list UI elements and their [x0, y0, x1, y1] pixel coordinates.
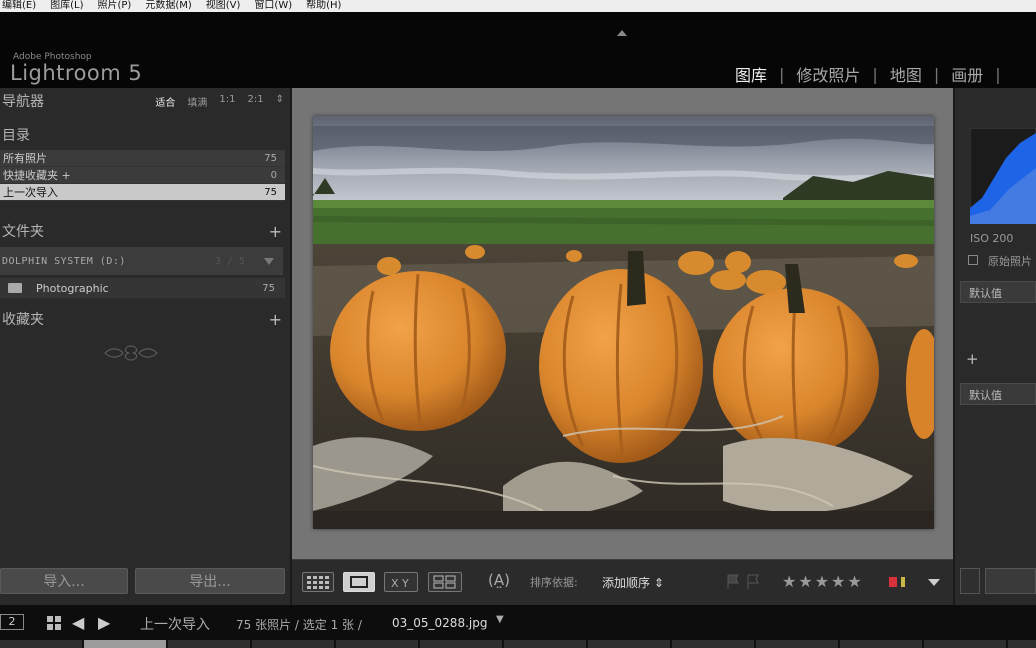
histogram [970, 128, 1036, 224]
left-panel: 导航器 适合 填满 1:1 2:1 ⇕ 目录 所有照片 75 快捷收藏夹 + 0… [0, 88, 290, 605]
grid-icon[interactable] [47, 616, 61, 630]
flag-icons[interactable] [724, 573, 762, 591]
catalog-list: 所有照片 75 快捷收藏夹 + 0 上一次导入 75 [0, 150, 285, 201]
identity-bar: Adobe Photoshop Lightroom 5 图库 | 修改照片 | … [0, 12, 1036, 88]
folder-count: 75 [262, 282, 275, 294]
folder-label: Photographic [36, 281, 109, 295]
sync-settings-button[interactable] [985, 568, 1036, 594]
menu-bar: 编辑(E) 图库(L) 照片(P) 元数据(M) 视图(V) 窗口(W) 帮助(… [0, 0, 1036, 12]
folder-icon [8, 283, 22, 293]
filmstrip-thumb[interactable] [924, 640, 1008, 648]
filmstrip-bar: 2 ◀ ▶ 上一次导入 75 张照片 / 选定 1 张 / 03_05_0288… [0, 605, 1036, 640]
original-photo-label: 原始照片 [988, 255, 1032, 268]
brand-title: Lightroom 5 [10, 61, 143, 85]
menu-photo[interactable]: 照片(P) [98, 0, 132, 12]
toolbar-options-dropdown-icon[interactable] [928, 579, 940, 586]
original-photo-checkbox[interactable] [968, 255, 978, 265]
survey-view-icon[interactable] [428, 572, 462, 592]
menu-library[interactable]: 图库(L) [50, 0, 83, 12]
pumpkin-photo[interactable] [313, 116, 934, 529]
catalog-title: 目录 [2, 128, 30, 144]
filmstrip-thumb[interactable] [840, 640, 924, 648]
filmstrip-thumb[interactable] [672, 640, 756, 648]
add-collection-icon[interactable]: + [269, 310, 282, 329]
filmstrip-source[interactable]: 上一次导入 [140, 614, 210, 634]
filmstrip-thumb[interactable] [0, 640, 84, 648]
add-preset-icon[interactable]: + [966, 350, 979, 368]
navigator-header[interactable]: 导航器 适合 填满 1:1 2:1 ⇕ [0, 88, 290, 114]
loupe-view-icon[interactable] [343, 572, 375, 592]
zoom-2-1[interactable]: 2:1 [248, 94, 264, 109]
filmstrip-thumb[interactable] [420, 640, 504, 648]
filmstrip-info: 75 张照片 / 选定 1 张 / [236, 618, 362, 632]
secondary-window-button[interactable]: 2 [0, 614, 24, 630]
export-button[interactable]: 导出... [135, 568, 285, 594]
menu-edit[interactable]: 编辑(E) [2, 0, 36, 12]
library-toolbar: X Y (A̤) 排序依据: 添加顺序 ⇕ ★★★★★ [292, 559, 953, 605]
color-label-red[interactable] [889, 577, 897, 587]
catalog-header[interactable]: 目录 [0, 122, 290, 148]
zoom-fit[interactable]: 适合 [155, 94, 175, 109]
volume-disclosure-icon[interactable] [264, 258, 274, 265]
selected-filename[interactable]: 03_05_0288.jpg [392, 616, 487, 630]
sort-label: 排序依据: [530, 576, 578, 589]
catalog-item-previous-import[interactable]: 上一次导入 75 [0, 184, 285, 201]
zoom-options: 适合 填满 1:1 2:1 ⇕ [155, 94, 284, 109]
filmstrip-thumbnails [0, 640, 1036, 648]
menu-window[interactable]: 窗口(W) [254, 0, 292, 12]
filmstrip-thumb[interactable] [756, 640, 840, 648]
volume-row[interactable]: DOLPHIN SYSTEM (D:) 3 / 5 [0, 247, 283, 275]
menu-help[interactable]: 帮助(H) [306, 0, 341, 12]
module-develop[interactable]: 修改照片 [794, 62, 862, 86]
folder-item-photographic[interactable]: Photographic 75 [0, 278, 285, 298]
filmstrip-thumb[interactable] [84, 640, 168, 648]
compare-view-icon[interactable]: X Y [384, 572, 418, 592]
filmstrip-thumb[interactable] [504, 640, 588, 648]
zoom-1-1[interactable]: 1:1 [219, 94, 235, 109]
back-arrow-icon[interactable]: ◀ [72, 613, 84, 632]
panel-end-ornament-icon [104, 345, 158, 361]
filmstrip-thumb[interactable] [336, 640, 420, 648]
import-button[interactable]: 导入... [0, 568, 128, 594]
collections-header[interactable]: 收藏夹 + [0, 306, 290, 332]
lightroom-window: { "menubar": ["编辑(E)", "图库(L)", "照片(P)",… [0, 0, 1036, 648]
grid-view-icon[interactable] [302, 572, 334, 592]
rating-stars[interactable]: ★★★★★ [782, 572, 864, 591]
menu-view[interactable]: 视图(V) [206, 0, 241, 12]
menu-metadata[interactable]: 元数据(M) [145, 0, 191, 12]
module-picker: 图库 | 修改照片 | 地图 | 画册 | [733, 62, 1011, 86]
module-book[interactable]: 画册 [949, 62, 985, 86]
preset-select-2[interactable]: 默认值 [960, 383, 1036, 405]
collapse-top-panel-icon[interactable] [617, 30, 627, 36]
zoom-dropdown-icon[interactable]: ⇕ [276, 94, 284, 109]
module-library[interactable]: 图库 [733, 62, 769, 86]
sort-order-select[interactable]: 添加顺序 ⇕ [602, 574, 664, 591]
navigator-title: 导航器 [2, 94, 44, 110]
filmstrip-thumb[interactable] [252, 640, 336, 648]
filmstrip-thumb[interactable] [168, 640, 252, 648]
preset-select-1[interactable]: 默认值 [960, 281, 1036, 303]
volume-label: DOLPHIN SYSTEM (D:) [2, 255, 126, 267]
catalog-item-quick-collection[interactable]: 快捷收藏夹 + 0 [0, 167, 285, 184]
add-folder-icon[interactable]: + [269, 222, 282, 241]
zoom-fill[interactable]: 填满 [187, 94, 207, 109]
sync-button[interactable] [960, 568, 980, 594]
filmstrip-thumb[interactable] [1008, 640, 1036, 648]
iso-readout: ISO 200 [970, 232, 1014, 245]
svg-text:X Y: X Y [391, 577, 409, 590]
filmstrip-thumb[interactable] [588, 640, 672, 648]
module-map[interactable]: 地图 [888, 62, 924, 86]
filename-dropdown-icon[interactable]: ▼ [496, 614, 504, 625]
volume-count: 3 / 5 [214, 255, 245, 267]
folders-title: 文件夹 [2, 224, 44, 240]
forward-arrow-icon[interactable]: ▶ [98, 613, 110, 632]
color-label-yellow[interactable] [901, 577, 905, 587]
folders-header[interactable]: 文件夹 + [0, 218, 290, 244]
collections-title: 收藏夹 [2, 312, 44, 328]
catalog-item-all-photos[interactable]: 所有照片 75 [0, 150, 285, 167]
spray-can-icon[interactable]: (A̤) [488, 571, 510, 589]
